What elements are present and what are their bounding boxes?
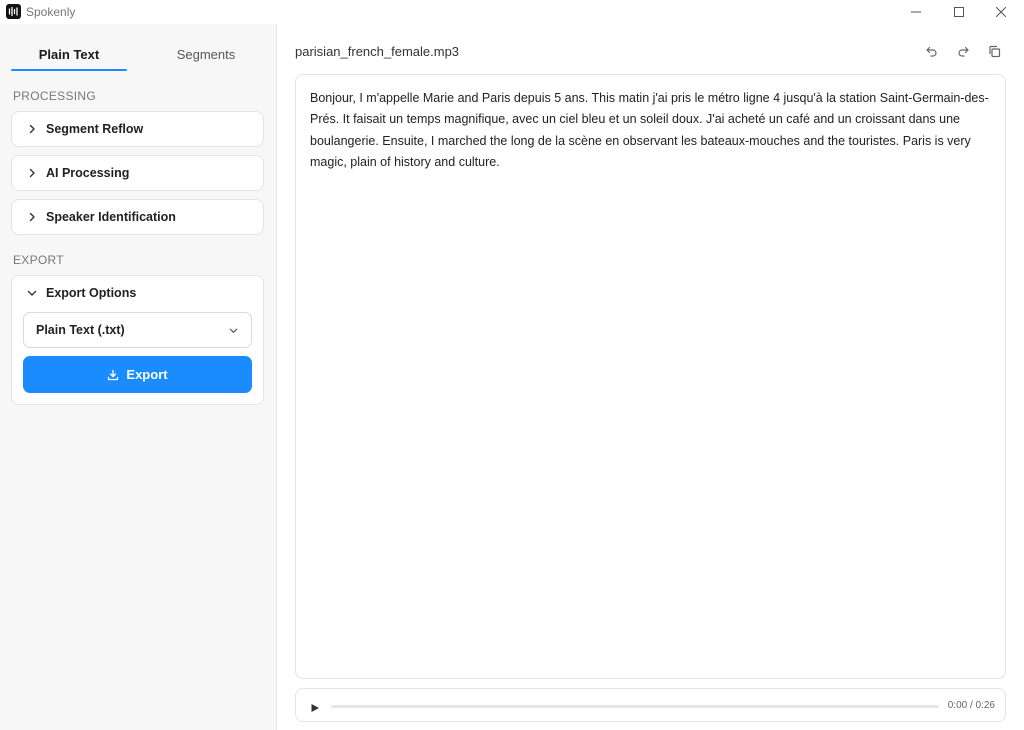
export-button-label: Export bbox=[126, 367, 168, 382]
active-tab-indicator bbox=[11, 69, 127, 71]
chevron-right-icon bbox=[26, 123, 38, 135]
waveform-icon bbox=[6, 4, 21, 19]
export-section-label: EXPORT bbox=[13, 253, 64, 267]
panel-title: AI Processing bbox=[46, 166, 130, 180]
panel-title: Segment Reflow bbox=[46, 122, 144, 136]
app-title: Spokenly bbox=[26, 5, 76, 19]
tab-segments[interactable]: Segments bbox=[148, 47, 264, 62]
download-icon bbox=[108, 369, 119, 380]
chevron-down-icon bbox=[26, 287, 38, 299]
play-icon bbox=[311, 704, 319, 712]
ai-processing-panel[interactable]: AI Processing bbox=[11, 155, 264, 191]
minimize-button[interactable] bbox=[893, 0, 939, 24]
export-options-header[interactable]: Export Options bbox=[12, 276, 263, 310]
undo-button[interactable] bbox=[923, 43, 939, 59]
export-format-value: Plain Text (.txt) bbox=[36, 323, 125, 337]
play-button[interactable] bbox=[310, 700, 320, 718]
minimize-icon bbox=[911, 11, 921, 13]
panel-title: Export Options bbox=[46, 286, 137, 300]
chevron-right-icon bbox=[26, 167, 38, 179]
tab-plain-text[interactable]: Plain Text bbox=[11, 47, 127, 62]
processing-section-label: PROCESSING bbox=[13, 89, 97, 103]
main-content: parisian_french_female.mp3 Bonjour, I m'… bbox=[278, 24, 1024, 730]
redo-button[interactable] bbox=[955, 43, 971, 59]
chevron-down-icon bbox=[228, 325, 239, 339]
export-format-select[interactable]: Plain Text (.txt) bbox=[23, 312, 252, 348]
copy-icon bbox=[988, 45, 1000, 57]
file-name: parisian_french_female.mp3 bbox=[295, 44, 460, 59]
redo-icon bbox=[957, 46, 969, 57]
sidebar: Plain Text Segments PROCESSING Segment R… bbox=[0, 24, 277, 730]
transcript-editor[interactable]: Bonjour, I m'appelle Marie and Paris dep… bbox=[295, 74, 1006, 679]
segment-reflow-panel[interactable]: Segment Reflow bbox=[11, 111, 264, 147]
speaker-identification-panel[interactable]: Speaker Identification bbox=[11, 199, 264, 235]
maximize-icon bbox=[954, 7, 964, 17]
title-bar: Spokenly bbox=[0, 0, 1024, 24]
close-button[interactable] bbox=[978, 0, 1024, 24]
audio-player: 0:00 / 0:26 bbox=[295, 688, 1006, 722]
panel-title: Speaker Identification bbox=[46, 210, 176, 224]
audio-seek-bar[interactable] bbox=[331, 705, 939, 708]
export-button[interactable]: Export bbox=[23, 356, 252, 393]
playback-time: 0:00 / 0:26 bbox=[947, 700, 995, 711]
chevron-right-icon bbox=[26, 211, 38, 223]
undo-icon bbox=[925, 46, 937, 57]
transcript-text[interactable]: Bonjour, I m'appelle Marie and Paris dep… bbox=[310, 88, 989, 173]
maximize-button[interactable] bbox=[936, 0, 982, 24]
close-icon bbox=[996, 7, 1006, 17]
copy-button[interactable] bbox=[986, 43, 1002, 59]
export-options-panel: Export Options Plain Text (.txt) Export bbox=[11, 275, 264, 405]
